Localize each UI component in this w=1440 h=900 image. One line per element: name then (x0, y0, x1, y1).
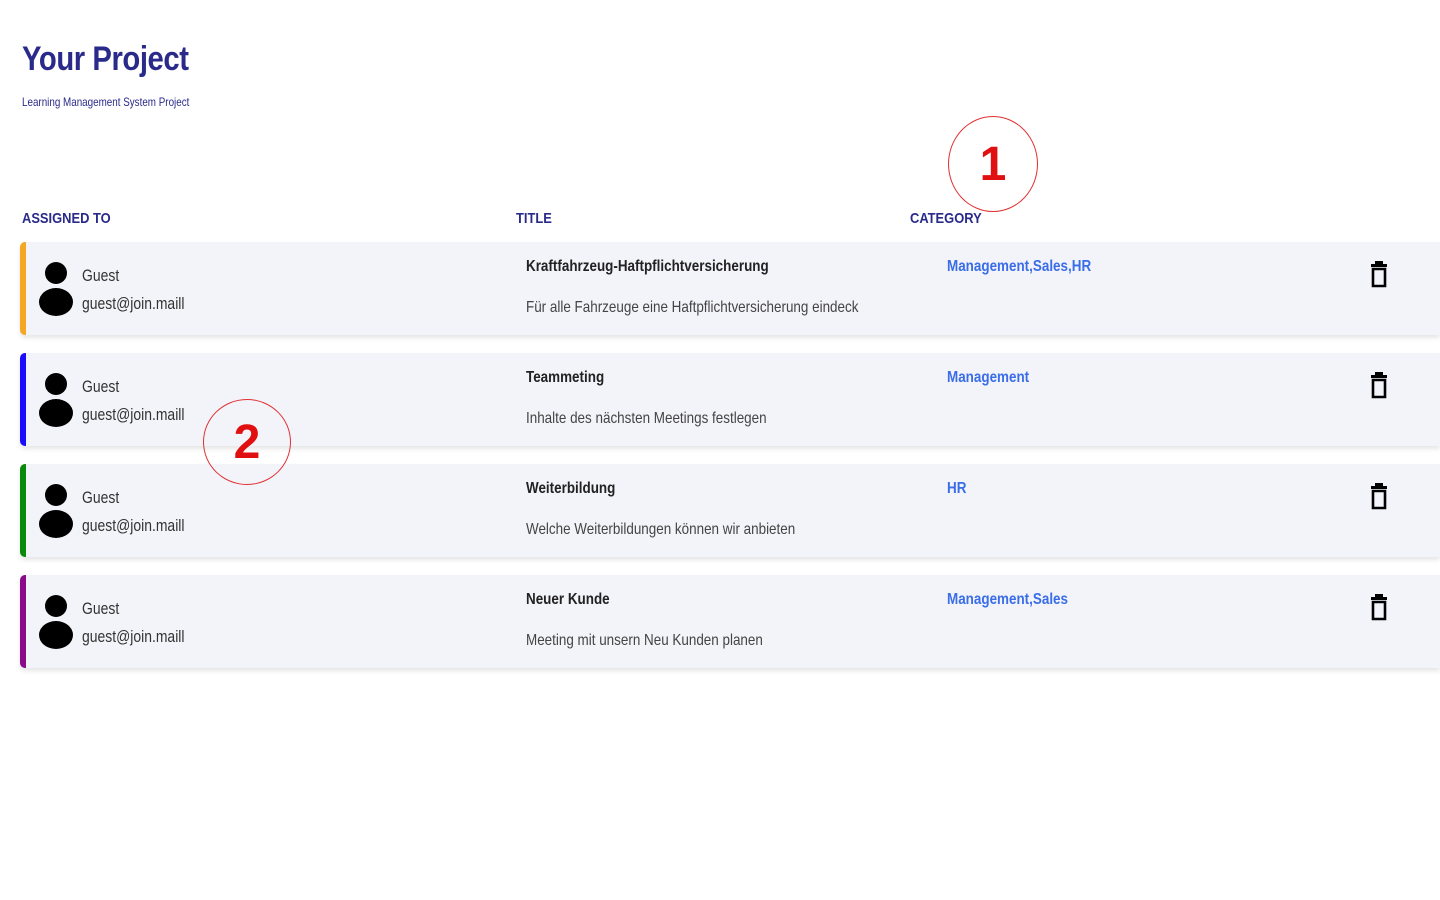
task-title: Kraftfahrzeug-Haftpflichtversicherung (526, 258, 769, 275)
assignee-name: Guest (82, 488, 120, 507)
trash-icon[interactable] (1369, 593, 1389, 621)
user-icon (38, 260, 74, 318)
trash-icon[interactable] (1369, 371, 1389, 399)
assignee-name: Guest (82, 266, 120, 285)
column-header-assigned-to: ASSIGNED TO (22, 210, 111, 227)
assignee-email: guest@join.maill (82, 627, 185, 646)
annotation-marker-1: 1 (948, 116, 1038, 212)
task-description: Welche Weiterbildungen können wir anbiet… (526, 521, 796, 538)
user-icon (38, 371, 74, 429)
task-row[interactable]: Guest guest@join.maill Neuer Kunde Meeti… (20, 575, 1440, 668)
task-description: Meeting mit unsern Neu Kunden planen (526, 632, 763, 649)
user-icon (38, 482, 74, 540)
assignee-name: Guest (82, 599, 120, 618)
task-category: Management,Sales (947, 591, 1069, 608)
task-title: Neuer Kunde (526, 591, 610, 608)
task-description: Inhalte des nächsten Meetings festlegen (526, 410, 767, 427)
assignee-email: guest@join.maill (82, 516, 185, 535)
assignee-email: guest@join.maill (82, 405, 185, 424)
page-title: Your Project (22, 40, 189, 78)
user-icon (38, 593, 74, 651)
task-description: Für alle Fahrzeuge eine Haftpflichtversi… (526, 299, 859, 316)
project-page: Your Project Learning Management System … (0, 0, 1440, 900)
assignee-email: guest@join.maill (82, 294, 185, 313)
column-header-title: TITLE (516, 210, 552, 227)
column-header-category: CATEGORY (910, 210, 982, 227)
annotation-marker-2: 2 (203, 399, 291, 485)
task-category: Management (947, 369, 1030, 386)
page-subtitle: Learning Management System Project (22, 95, 190, 109)
trash-icon[interactable] (1369, 482, 1389, 510)
task-category: Management,Sales,HR (947, 258, 1092, 275)
task-title: Teammeting (526, 369, 605, 386)
task-category: HR (947, 480, 967, 497)
task-title: Weiterbildung (526, 480, 616, 497)
trash-icon[interactable] (1369, 260, 1389, 288)
assignee-name: Guest (82, 377, 120, 396)
task-row[interactable]: Guest guest@join.maill Kraftfahrzeug-Haf… (20, 242, 1440, 335)
